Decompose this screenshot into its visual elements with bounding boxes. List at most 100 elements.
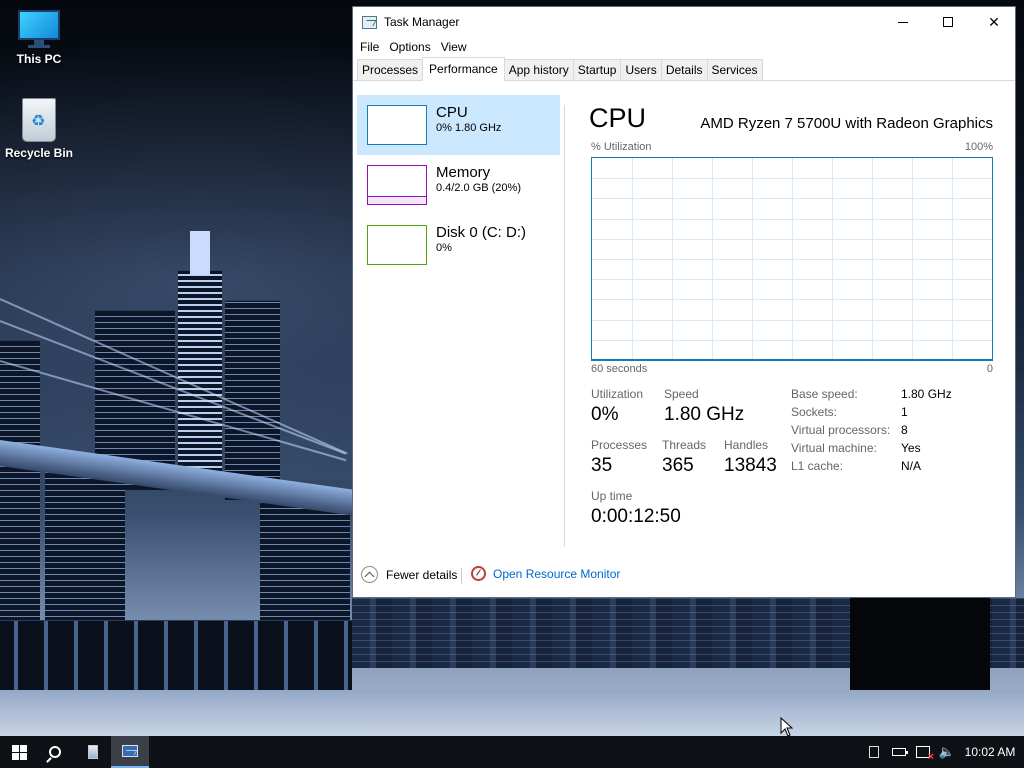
threads-label: Threads: [662, 438, 707, 452]
tab-startup[interactable]: Startup: [572, 59, 622, 80]
menu-view[interactable]: View: [436, 40, 472, 54]
page-title: CPU: [589, 103, 647, 133]
spec-value-l1-cache: N/A: [901, 459, 922, 473]
spec-key-l1-cache: L1 cache:: [791, 459, 844, 473]
search-icon: [49, 746, 61, 758]
tray-network[interactable]: [912, 736, 934, 768]
graph-y-max-label: 100%: [964, 141, 993, 153]
disk-thumbnail: [367, 225, 427, 265]
sidebar-item-subtitle: 0.4/2.0 GB (20%): [436, 182, 521, 194]
tab-strip: Processes Performance App history Startu…: [353, 57, 1015, 81]
task-manager-icon: [122, 745, 138, 757]
sidebar-item-title: Disk 0 (C: D:): [436, 224, 526, 241]
tray-battery[interactable]: [888, 736, 910, 768]
fewer-details-label: Fewer details: [386, 567, 458, 582]
action-center-icon: [869, 746, 879, 758]
menu-bar: File Options View: [353, 37, 1015, 57]
tab-users[interactable]: Users: [620, 59, 662, 80]
open-resource-monitor-label: Open Resource Monitor: [493, 566, 621, 581]
sidebar-item-subtitle: 0% 1.80 GHz: [436, 122, 502, 134]
wallpaper-building: [225, 300, 280, 500]
cpu-graph-canvas: [592, 158, 992, 360]
maximize-button[interactable]: [925, 7, 971, 37]
start-button[interactable]: [0, 736, 38, 768]
mouse-cursor-icon: [780, 717, 794, 736]
taskbar-app-task-manager[interactable]: [111, 736, 149, 768]
tray-clock[interactable]: 10:02 AM: [960, 736, 1020, 768]
wallpaper-pier: [850, 598, 990, 698]
graph-y-label: % Utilization: [591, 141, 652, 153]
window-title: Task Manager: [384, 15, 460, 29]
utilization-label: Utilization: [591, 387, 644, 401]
cpu-utilization-graph: [591, 157, 993, 361]
tray-volume[interactable]: 🔈: [936, 736, 958, 768]
graph-x-left-label: 60 seconds: [591, 363, 648, 375]
wallpaper-spire: [190, 230, 210, 275]
tab-performance[interactable]: Performance: [422, 57, 505, 81]
taskbar: 🔈 10:02 AM: [0, 736, 1024, 768]
handles-label: Handles: [724, 438, 769, 452]
spec-key-virtual-processors: Virtual processors:: [791, 423, 891, 437]
footer-bar: Fewer details Open Resource Monitor: [353, 559, 1015, 591]
file-cabinet-icon: [88, 745, 98, 759]
battery-icon: [892, 748, 908, 756]
spec-value-base-speed: 1.80 GHz: [901, 387, 952, 401]
tab-app-history[interactable]: App history: [503, 59, 574, 80]
close-button[interactable]: ✕: [971, 7, 1017, 37]
tab-processes[interactable]: Processes: [357, 59, 424, 80]
footer-divider: [461, 568, 462, 584]
uptime-value: 0:00:12:50: [591, 506, 681, 527]
desktop-icon-label: Recycle Bin: [4, 146, 74, 160]
pane-divider: [564, 105, 565, 547]
speed-value: 1.80 GHz: [664, 404, 745, 425]
threads-value: 365: [662, 455, 694, 476]
processes-value: 35: [591, 455, 613, 476]
sidebar-item-subtitle: 0%: [436, 242, 452, 254]
recycle-bin-icon: ♻: [22, 98, 56, 142]
spec-value-sockets: 1: [901, 405, 908, 419]
tab-details[interactable]: Details: [660, 59, 708, 80]
spec-key-virtual-machine: Virtual machine:: [791, 441, 877, 455]
search-button[interactable]: [36, 736, 74, 768]
task-manager-icon: [362, 15, 377, 29]
volume-icon: 🔈: [938, 744, 956, 759]
fewer-details-button[interactable]: Fewer details: [361, 566, 457, 583]
network-error-icon: [916, 746, 934, 763]
open-resource-monitor-link[interactable]: Open Resource Monitor: [471, 566, 620, 581]
spec-key-sockets: Sockets:: [791, 405, 838, 419]
monitor-icon: [18, 10, 60, 48]
taskbar-app-file-cabinet[interactable]: [74, 736, 112, 768]
spec-key-base-speed: Base speed:: [791, 387, 858, 401]
sidebar-item-cpu[interactable]: CPU 0% 1.80 GHz: [357, 95, 560, 155]
resource-monitor-icon: [471, 566, 486, 581]
wallpaper-building: [0, 340, 40, 640]
sidebar-item-title: Memory: [436, 164, 491, 181]
minimize-button[interactable]: [880, 7, 926, 37]
wallpaper-building: [45, 470, 125, 640]
desktop-icon-this-pc[interactable]: This PC: [0, 10, 78, 66]
sidebar-item-memory[interactable]: Memory 0.4/2.0 GB (20%): [357, 155, 560, 215]
tray-action-center[interactable]: [864, 736, 884, 768]
minimize-icon: [898, 21, 908, 23]
wallpaper-shoreline: [0, 620, 352, 700]
spec-value-virtual-processors: 8: [901, 423, 908, 437]
sidebar-item-disk[interactable]: Disk 0 (C: D:) 0%: [357, 215, 560, 275]
task-manager-window: Task Manager ✕ File Options View Process…: [352, 6, 1016, 598]
resource-sidebar: CPU 0% 1.80 GHz Memory 0.4/2.0 GB (20%) …: [357, 95, 560, 543]
spec-value-virtual-machine: Yes: [901, 441, 921, 455]
chevron-up-icon: [361, 566, 378, 583]
handles-value: 13843: [724, 455, 777, 476]
menu-options[interactable]: Options: [384, 40, 435, 54]
start-icon: [11, 744, 27, 760]
memory-thumbnail: [367, 165, 427, 205]
uptime-label: Up time: [591, 489, 633, 503]
sidebar-item-title: CPU: [436, 104, 468, 121]
graph-x-right-label: 0: [986, 363, 993, 375]
utilization-value: 0%: [591, 404, 619, 425]
cpu-thumbnail: [367, 105, 427, 145]
tab-services[interactable]: Services: [706, 59, 763, 80]
title-bar[interactable]: Task Manager ✕: [353, 7, 1015, 37]
desktop-icon-recycle-bin[interactable]: ♻ Recycle Bin: [0, 98, 78, 160]
menu-file[interactable]: File: [355, 40, 384, 54]
cpu-model: AMD Ryzen 7 5700U with Radeon Graphics: [700, 115, 993, 132]
